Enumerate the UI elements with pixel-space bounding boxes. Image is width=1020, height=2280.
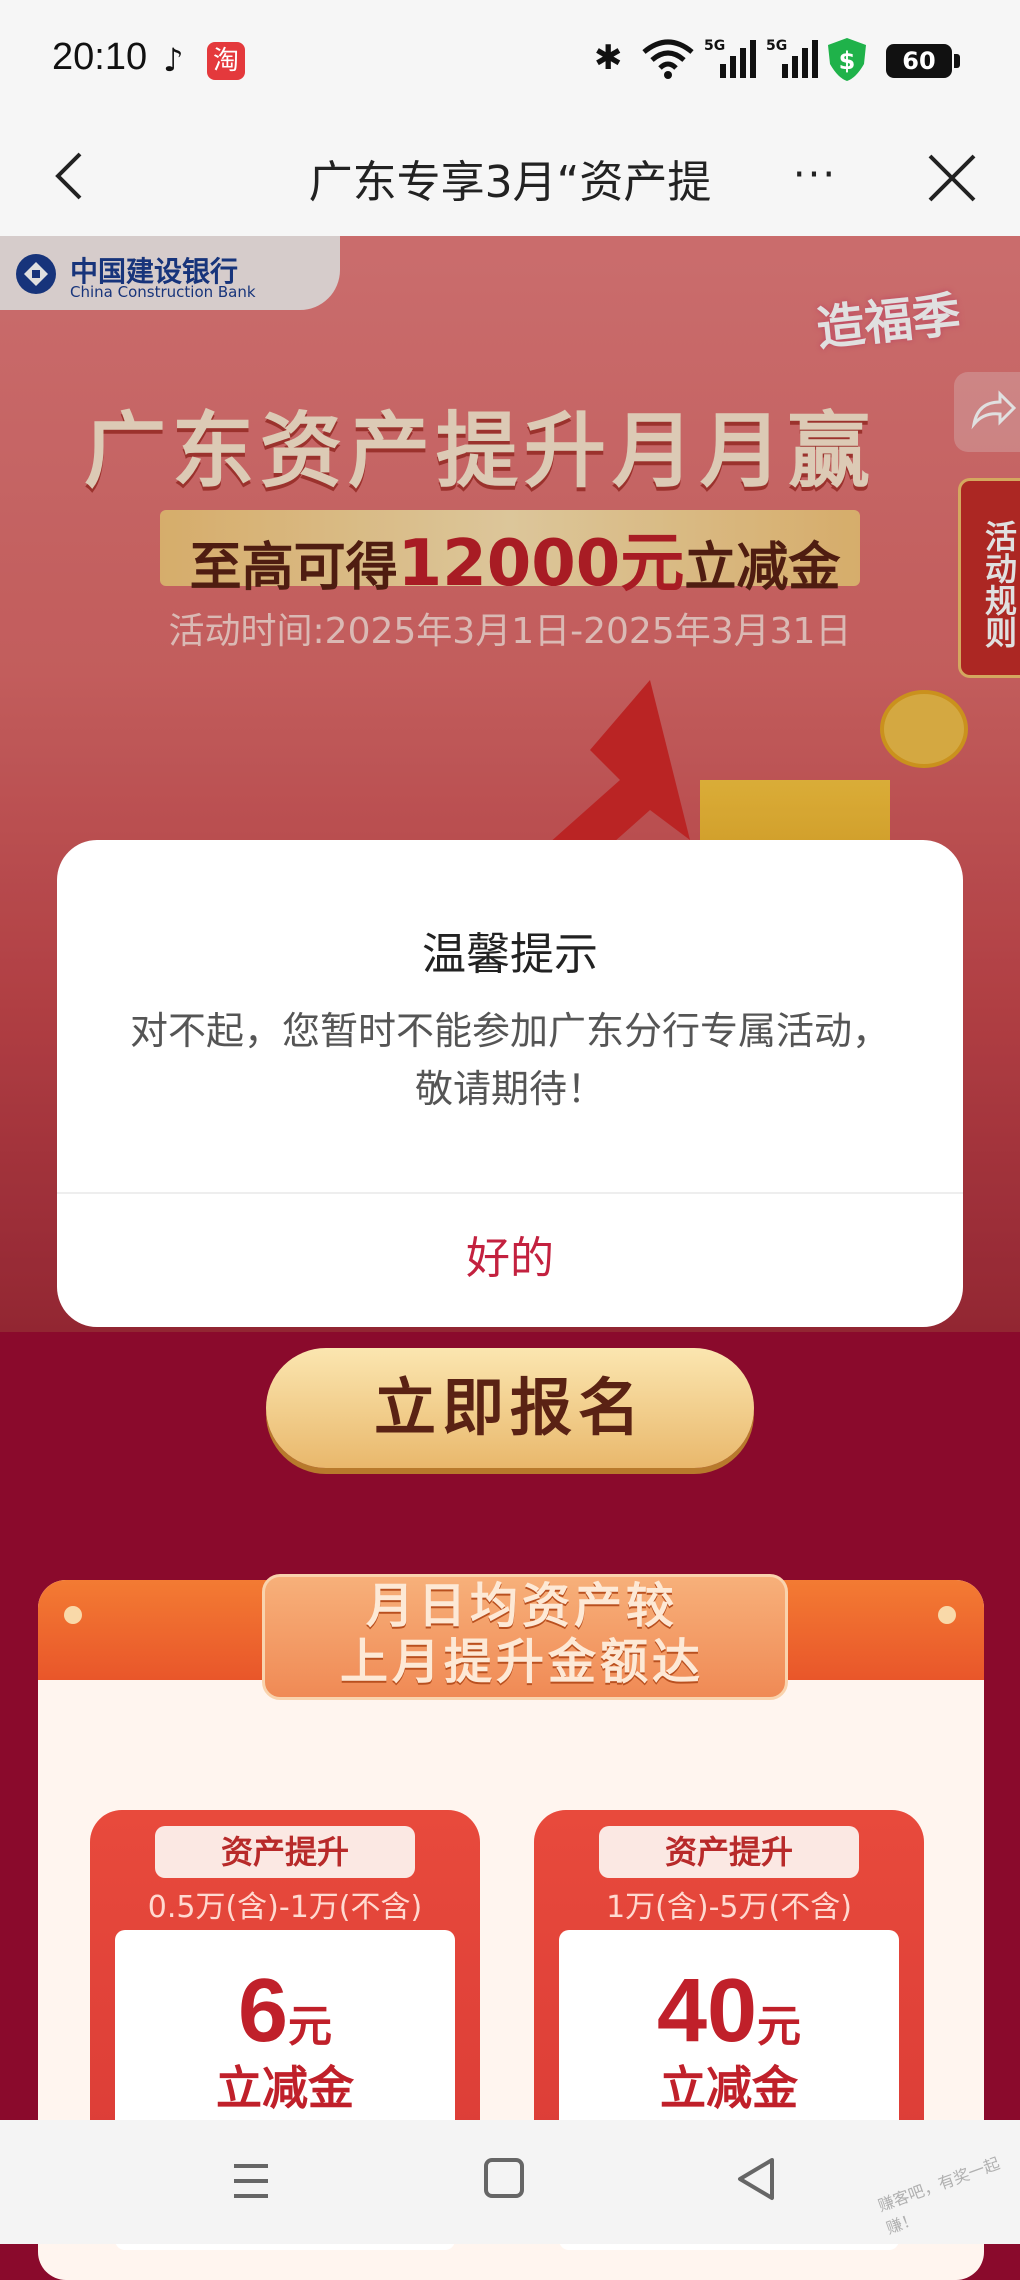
shield-dollar-icon: $ <box>828 38 866 81</box>
panel-title-line2: 上月提升金额达 <box>339 1634 704 1690</box>
recent-apps-icon[interactable] <box>228 2158 274 2204</box>
signal-5g-label: 5G <box>766 38 787 54</box>
card-amount-unit: 元 <box>288 2001 333 2052</box>
wifi-icon <box>642 39 694 79</box>
signup-button[interactable]: 立即报名 <box>266 1348 754 1468</box>
close-icon[interactable] <box>924 150 980 206</box>
back-triangle-icon[interactable] <box>734 2154 778 2204</box>
signal-5g-label: 5G <box>704 38 725 54</box>
card-tag: 资产提升 <box>599 1826 859 1878</box>
card-amount-unit: 元 <box>757 2001 802 2052</box>
panel-title: 月日均资产较 上月提升金额达 <box>262 1578 782 1690</box>
dialog-ok-button[interactable]: 好的 <box>57 1194 963 1327</box>
card-label: 立减金 <box>216 2061 354 2115</box>
status-time: 20:10 <box>52 36 148 78</box>
dialog-message: 对不起，您暂时不能参加广东分行专属活动，敬请期待！ <box>129 1009 890 1111</box>
taobao-icon: 淘 <box>207 42 245 80</box>
card-tag: 资产提升 <box>155 1826 415 1878</box>
back-arrow-icon[interactable] <box>50 148 90 204</box>
page-title: 广东专享3月“资产提 <box>308 157 712 208</box>
card-amount: 6元 <box>115 1960 455 2063</box>
signal-5g-icon: 5G <box>766 38 818 78</box>
signal-5g-icon: 5G <box>704 38 756 78</box>
more-options-icon[interactable]: ··· <box>790 150 840 200</box>
battery-icon: 60 <box>886 44 960 78</box>
card-label: 立减金 <box>660 2061 798 2115</box>
dialog-title: 温馨提示 <box>422 929 598 980</box>
card-amount: 40元 <box>559 1960 899 2063</box>
bluetooth-icon: ✱ <box>594 38 623 78</box>
panel-title-line1: 月日均资产较 <box>365 1578 678 1634</box>
tiktok-icon: ♪ <box>163 41 184 79</box>
card-amount-number: 40 <box>656 1961 758 2061</box>
decor-dot <box>938 1606 956 1624</box>
home-icon[interactable] <box>484 2158 524 2198</box>
card-range: 1万(含)-5万(不含) <box>606 1890 852 1925</box>
card-amount-number: 6 <box>237 1961 289 2061</box>
decor-dot <box>64 1606 82 1624</box>
svg-text:$: $ <box>839 47 856 75</box>
card-range: 0.5万(含)-1万(不含) <box>147 1890 423 1925</box>
